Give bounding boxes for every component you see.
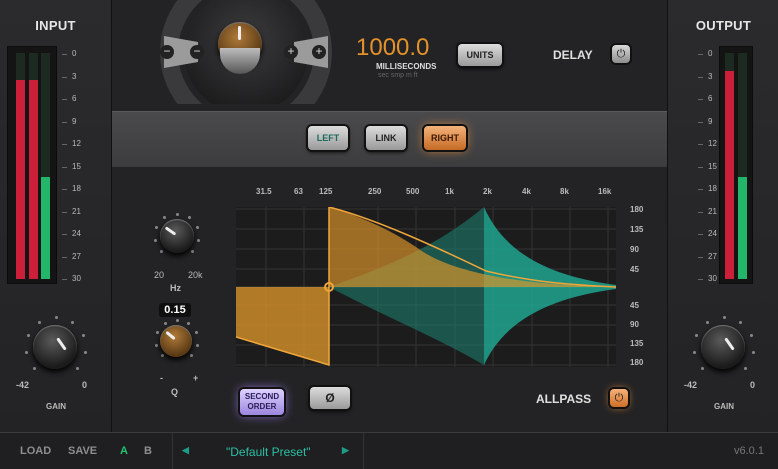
- q-value-display: 0.15: [159, 303, 191, 317]
- delay-coarse-minus-button[interactable]: −: [160, 45, 174, 59]
- phase-tick-label: 45: [630, 301, 639, 310]
- frequency-min: 20: [154, 270, 165, 280]
- frequency-tick-label: 500: [406, 187, 420, 196]
- power-icon: ⏻: [614, 392, 624, 404]
- output-gain-label: GAIN: [714, 402, 734, 411]
- input-panel: INPUT 0 3 6 9 12 15 18 21 24 27 30 -42 0 GAIN: [0, 0, 112, 432]
- frequency-tick-label: 8k: [560, 187, 569, 196]
- phase-tick-label: 90: [630, 320, 639, 329]
- input-meter-bar-3: [41, 53, 50, 279]
- output-meter: [719, 46, 753, 284]
- output-gain-min: -42: [684, 380, 698, 390]
- output-title: OUTPUT: [695, 18, 752, 33]
- input-gain-knob[interactable]: [33, 325, 77, 369]
- input-meter-bar-2: [29, 53, 38, 279]
- frequency-knob[interactable]: [160, 219, 194, 253]
- output-panel: OUTPUT 0 3 6 9 12 15 18 21 24 27 30 -42 0 GAIN: [667, 0, 778, 432]
- frequency-tick-label: 16k: [598, 187, 612, 196]
- prev-preset-icon[interactable]: ◀: [182, 445, 189, 456]
- delay-unit: MILLISECONDS: [376, 62, 437, 71]
- q-knob[interactable]: [160, 325, 192, 357]
- preset-a-button[interactable]: A: [120, 445, 128, 457]
- phase-invert-button[interactable]: Ø: [310, 387, 350, 409]
- q-label: Q: [171, 387, 179, 397]
- delay-fine-plus-button[interactable]: +: [284, 45, 298, 59]
- preset-b-button[interactable]: B: [144, 445, 152, 457]
- filter-section: 20 20k Hz 0.15 - + Q 31.5 63 125 250 500 1k 2k…: [112, 167, 667, 432]
- output-meter-bar-1: [725, 53, 734, 279]
- delay-value[interactable]: 1000.0: [356, 34, 429, 62]
- phase-tick-label: 135: [630, 339, 644, 348]
- delay-label: DELAY: [553, 48, 593, 62]
- version-label: v6.0.1: [734, 445, 764, 457]
- input-title: INPUT: [35, 18, 76, 33]
- frequency-tick-label: 2k: [483, 187, 492, 196]
- frequency-label: Hz: [170, 283, 181, 293]
- phase-tick-label: 180: [630, 205, 644, 214]
- left-channel-button[interactable]: LEFT: [308, 126, 348, 150]
- frequency-tick-label: 250: [368, 187, 382, 196]
- frequency-tick-label: 31.5: [256, 187, 272, 196]
- phase-tick-label: 45: [630, 265, 639, 274]
- link-channels-button[interactable]: LINK: [366, 126, 406, 150]
- load-button[interactable]: LOAD: [20, 445, 51, 457]
- input-meter: [7, 46, 57, 284]
- input-gain-label: GAIN: [46, 402, 66, 411]
- q-min: -: [160, 373, 163, 383]
- delay-unit-options: sec smp m ft: [378, 72, 418, 79]
- input-gain-min: -42: [16, 380, 30, 390]
- frequency-tick-label: 125: [319, 187, 333, 196]
- phase-response-graph[interactable]: [236, 207, 616, 367]
- units-button[interactable]: UNITS: [458, 44, 502, 66]
- delay-fine-minus-button[interactable]: −: [190, 45, 204, 59]
- input-scale: 0 3 6 9 12 15 18 21 24 27 30: [62, 48, 92, 284]
- delay-section: − − + + 1000.0 MILLISECONDS sec smp m ft…: [112, 0, 667, 111]
- q-max: +: [193, 373, 199, 383]
- output-gain-max: 0: [750, 380, 756, 390]
- allpass-power-button[interactable]: ⏻: [610, 389, 628, 407]
- output-gain-knob[interactable]: [701, 325, 745, 369]
- save-button[interactable]: SAVE: [68, 445, 97, 457]
- phase-tick-label: 90: [630, 245, 639, 254]
- next-preset-icon[interactable]: ▶: [342, 445, 349, 456]
- input-meter-bar-1: [16, 53, 25, 279]
- phase-tick-label: 180: [630, 358, 644, 367]
- right-channel-button[interactable]: RIGHT: [424, 126, 466, 150]
- phase-tick-label: 135: [630, 225, 644, 234]
- allpass-label: ALLPASS: [536, 392, 592, 406]
- input-gain-max: 0: [82, 380, 88, 390]
- preset-bar: LOAD SAVE A B ◀ "Default Preset" ▶ v6.0.…: [0, 432, 778, 469]
- delay-coarse-plus-button[interactable]: +: [312, 45, 326, 59]
- frequency-tick-label: 1k: [445, 187, 454, 196]
- delay-power-button[interactable]: ⏻: [612, 45, 630, 63]
- second-order-button[interactable]: SECOND ORDER: [240, 389, 284, 415]
- preset-name[interactable]: "Default Preset": [226, 445, 311, 459]
- frequency-tick-label: 63: [294, 187, 303, 196]
- power-icon: ⏻: [616, 48, 626, 60]
- frequency-tick-label: 4k: [522, 187, 531, 196]
- channel-bar: LEFT LINK RIGHT: [112, 111, 667, 169]
- frequency-max: 20k: [188, 270, 203, 280]
- output-meter-bar-2: [738, 53, 747, 279]
